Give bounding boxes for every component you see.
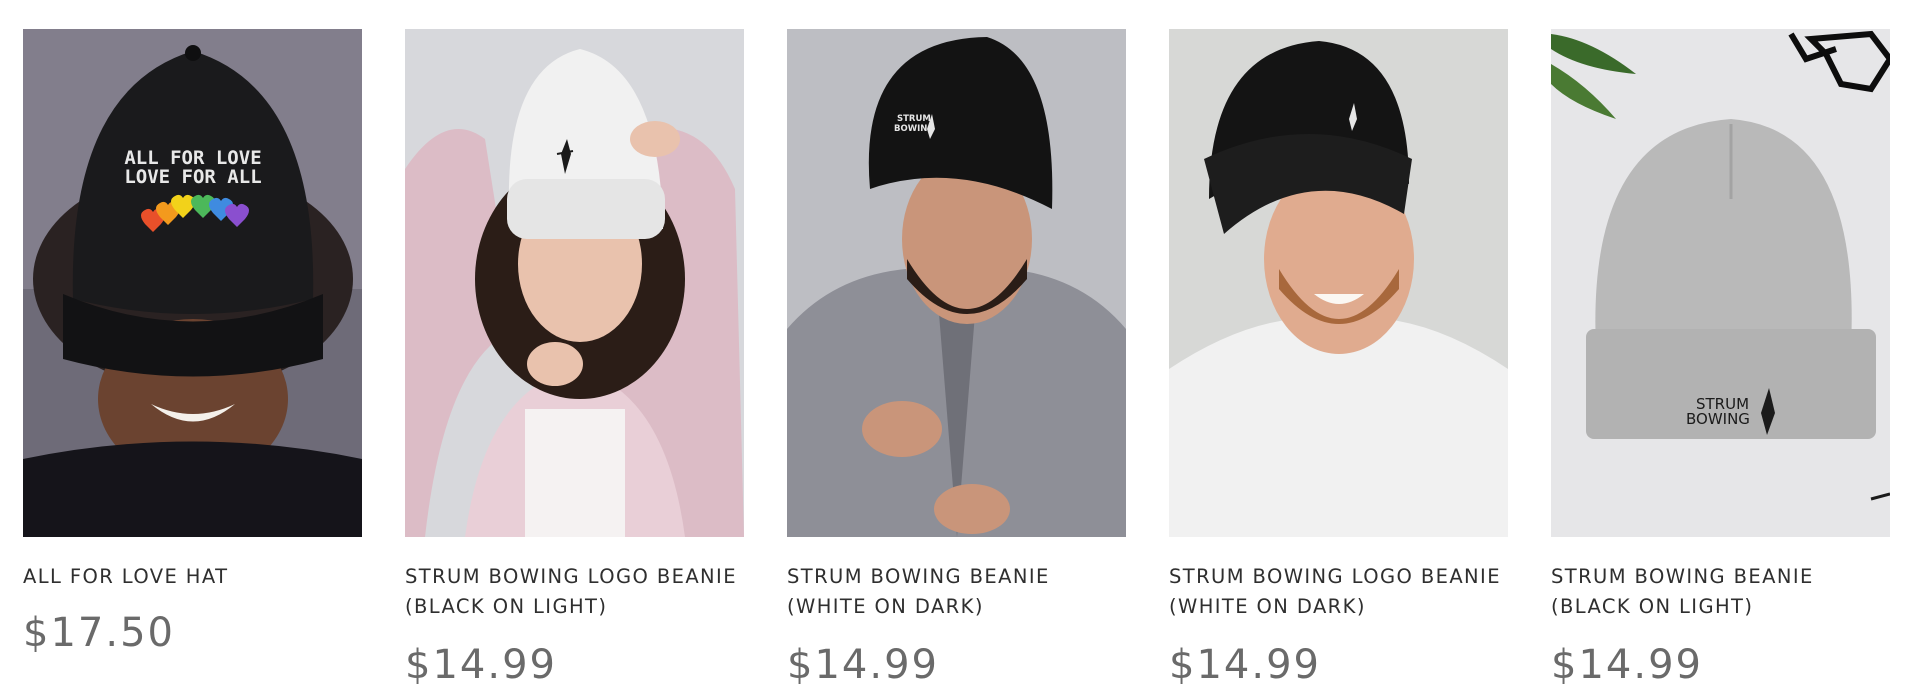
product-image-grey-beanie-flatlay: STRUM BOWING xyxy=(1551,29,1890,537)
product-image-woman-white-beanie xyxy=(405,29,744,537)
product-image-man-black-beanie: STRUM BOWING xyxy=(787,29,1126,537)
product-grid: ALL FOR LOVE LOVE FOR ALL ALL FOR LOVE H… xyxy=(0,0,1920,696)
product-image[interactable]: STRUM BOWING xyxy=(1551,29,1890,537)
product-title[interactable]: STRUM BOWING BEANIE (WHITE ON DARK) xyxy=(787,562,1147,622)
product-card[interactable]: STRUM BOWING LOGO BEANIE (WHITE ON DARK)… xyxy=(1169,29,1508,688)
product-price: $14.99 xyxy=(1169,642,1321,688)
product-price: $17.50 xyxy=(23,610,175,656)
beanie-logo-line1: STRUM xyxy=(897,114,931,124)
product-card[interactable]: ALL FOR LOVE LOVE FOR ALL ALL FOR LOVE H… xyxy=(23,29,362,656)
product-image-all-for-love-hat: ALL FOR LOVE LOVE FOR ALL xyxy=(23,29,362,537)
product-price: $14.99 xyxy=(405,642,557,688)
product-image[interactable]: ALL FOR LOVE LOVE FOR ALL xyxy=(23,29,362,537)
product-price: $14.99 xyxy=(787,642,939,688)
product-card[interactable]: STRUM BOWING STRUM BOWING BEANIE (BLACK … xyxy=(1551,29,1890,688)
product-image[interactable]: STRUM BOWING xyxy=(787,29,1126,537)
product-image[interactable] xyxy=(1169,29,1508,537)
product-image[interactable] xyxy=(405,29,744,537)
product-title[interactable]: ALL FOR LOVE HAT xyxy=(23,562,383,592)
product-card[interactable]: STRUM BOWING STRUM BOWING BEANIE (WHITE … xyxy=(787,29,1126,688)
product-title[interactable]: STRUM BOWING LOGO BEANIE (WHITE ON DARK) xyxy=(1169,562,1529,622)
product-image-man-smiling-black-beanie xyxy=(1169,29,1508,537)
product-title[interactable]: STRUM BOWING BEANIE (BLACK ON LIGHT) xyxy=(1551,562,1911,622)
hat-print-line2: LOVE FOR ALL xyxy=(124,166,261,188)
product-title[interactable]: STRUM BOWING LOGO BEANIE (BLACK ON LIGHT… xyxy=(405,562,765,622)
product-card[interactable]: STRUM BOWING LOGO BEANIE (BLACK ON LIGHT… xyxy=(405,29,744,688)
product-price: $14.99 xyxy=(1551,642,1703,688)
beanie-logo-line2: BOWING xyxy=(1686,410,1750,428)
